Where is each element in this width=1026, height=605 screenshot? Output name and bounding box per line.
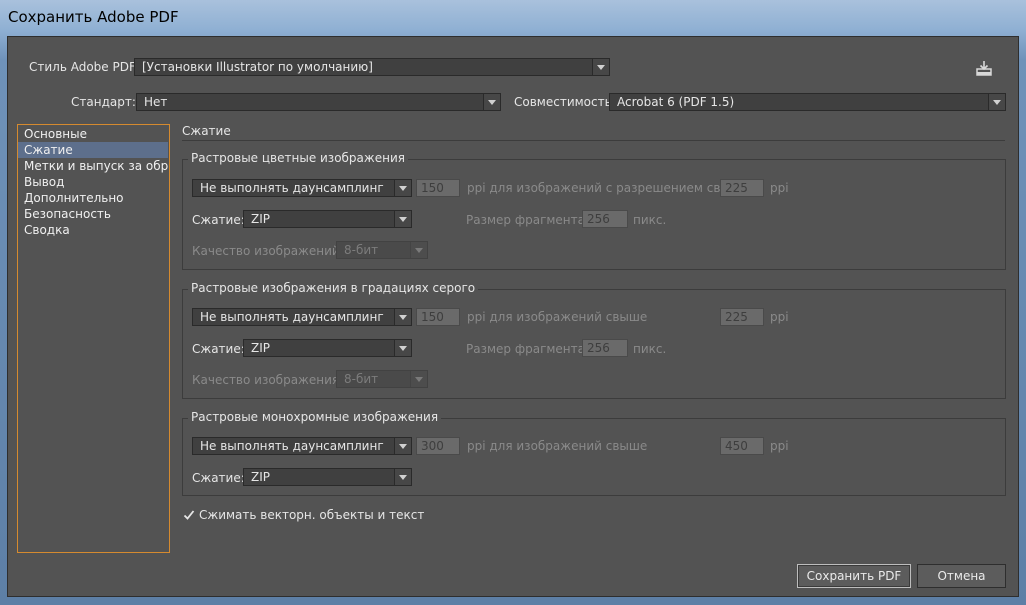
gray-downsample-select[interactable]: Не выполнять даунсамплинг (192, 308, 412, 326)
mono-group-title: Растровые монохромные изображения (188, 410, 442, 424)
compress-vector-label: Сжимать векторн. объекты и текст (199, 508, 425, 522)
chevron-down-icon (394, 469, 411, 485)
sidebar-item-general[interactable]: Основные (18, 126, 168, 142)
mono-compression-label: Сжатие: (192, 471, 245, 485)
color-tile-field[interactable]: 256 (582, 210, 628, 228)
color-downsample-select[interactable]: Не выполнять даунсамплинг (192, 179, 412, 197)
style-select-value: [Установки Illustrator по умолчанию] (142, 60, 373, 74)
sidebar-item-advanced[interactable]: Дополнительно (18, 190, 168, 206)
gray-tile-label: Размер фрагмента: (466, 342, 590, 356)
chevron-down-icon (988, 94, 1005, 110)
gray-compression-label: Сжатие: (192, 342, 245, 356)
checkmark-icon (183, 510, 195, 520)
gray-above-unit: ppi (770, 310, 789, 324)
chevron-down-icon (592, 59, 609, 75)
color-downsample-value: Не выполнять даунсамплинг (200, 181, 384, 195)
compat-select-value: Acrobat 6 (PDF 1.5) (617, 95, 735, 109)
mono-downsample-value: Не выполнять даунсамплинг (200, 439, 384, 453)
gray-quality-select[interactable]: 8-бит (336, 370, 428, 388)
mono-compression-value: ZIP (251, 470, 270, 484)
gray-ppi-field[interactable]: 150 (416, 308, 460, 326)
chevron-down-icon (394, 438, 411, 454)
gray-tile-field[interactable]: 256 (582, 339, 628, 357)
color-above-unit: ppi (770, 181, 789, 195)
mono-compression-select[interactable]: ZIP (243, 468, 412, 486)
color-compression-value: ZIP (251, 212, 270, 226)
standard-select-value: Нет (144, 95, 168, 109)
color-ppi-field[interactable]: 150 (416, 179, 460, 197)
style-select[interactable]: [Установки Illustrator по умолчанию] (134, 58, 610, 76)
gray-downsample-value: Не выполнять даунсамплинг (200, 310, 384, 324)
category-list: Основные Сжатие Метки и выпуск за обрез … (17, 124, 170, 553)
color-quality-label: Качество изображений: (192, 244, 344, 258)
color-tile-unit: пикс. (633, 213, 667, 227)
chevron-down-icon (483, 94, 500, 110)
save-preset-icon[interactable] (974, 58, 994, 78)
section-title: Сжатие (182, 124, 231, 138)
chevron-down-icon (394, 211, 411, 227)
standard-select[interactable]: Нет (136, 93, 501, 111)
sidebar-item-security[interactable]: Безопасность (18, 206, 168, 222)
sidebar-item-marks-bleeds[interactable]: Метки и выпуск за обрез (18, 158, 168, 174)
gray-ppi-text: ppi для изображений свыше (467, 310, 648, 324)
mono-downsample-select[interactable]: Не выполнять даунсамплинг (192, 437, 412, 455)
gray-group-title: Растровые изображения в градациях серого (188, 281, 479, 295)
chevron-down-icon (410, 242, 427, 258)
cancel-button[interactable]: Отмена (917, 564, 1006, 588)
sidebar-item-summary[interactable]: Сводка (18, 222, 168, 238)
save-pdf-button[interactable]: Сохранить PDF (797, 564, 911, 588)
gray-quality-label: Качество изображения: (192, 373, 344, 387)
standard-label: Стандарт: (71, 95, 136, 109)
color-quality-value: 8-бит (344, 243, 379, 257)
mono-above-unit: ppi (770, 439, 789, 453)
sidebar-item-compression[interactable]: Сжатие (18, 142, 168, 158)
color-tile-label: Размер фрагмента: (466, 213, 590, 227)
gray-quality-value: 8-бит (344, 372, 379, 386)
mono-ppi-text: ppi для изображений свыше (467, 439, 648, 453)
window-frame: Сохранить Adobe PDF Стиль Adobe PDF: [Ус… (0, 0, 1026, 605)
chevron-down-icon (410, 371, 427, 387)
style-label: Стиль Adobe PDF: (29, 60, 139, 74)
mono-above-field[interactable]: 450 (720, 437, 764, 455)
chevron-down-icon (394, 309, 411, 325)
compat-select[interactable]: Acrobat 6 (PDF 1.5) (609, 93, 1006, 111)
dialog-body: Стиль Adobe PDF: [Установки Illustrator … (7, 36, 1019, 597)
gray-above-field[interactable]: 225 (720, 308, 764, 326)
gray-tile-unit: пикс. (633, 342, 667, 356)
window-title: Сохранить Adobe PDF (8, 8, 179, 26)
gray-compression-value: ZIP (251, 341, 270, 355)
chevron-down-icon (394, 340, 411, 356)
color-above-field[interactable]: 225 (720, 179, 764, 197)
compress-vector-checkbox[interactable] (183, 509, 195, 520)
section-divider (182, 140, 1005, 141)
sidebar-item-output[interactable]: Вывод (18, 174, 168, 190)
chevron-down-icon (394, 180, 411, 196)
title-bar: Сохранить Adobe PDF (0, 0, 1026, 34)
gray-compression-select[interactable]: ZIP (243, 339, 412, 357)
color-compression-select[interactable]: ZIP (243, 210, 412, 228)
mono-ppi-field[interactable]: 300 (416, 437, 460, 455)
color-ppi-text: ppi для изображений с разрешением свыше (467, 181, 749, 195)
color-compression-label: Сжатие: (192, 213, 245, 227)
compat-label: Совместимость: (514, 95, 616, 109)
color-quality-select[interactable]: 8-бит (336, 241, 428, 259)
color-group-title: Растровые цветные изображения (188, 151, 408, 165)
